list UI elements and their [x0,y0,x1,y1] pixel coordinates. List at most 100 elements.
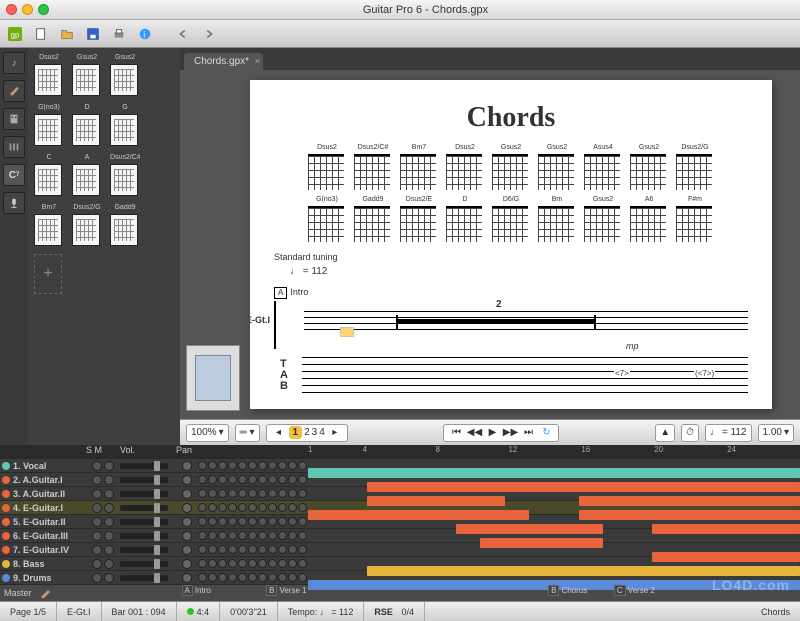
chord-item[interactable]: G [110,104,140,146]
tab-staff-intro[interactable]: TAB <7> (<7>) [274,353,748,399]
back-icon[interactable]: ◀◀ [466,425,482,441]
note-tool[interactable]: ♪ [3,52,25,74]
pan-knob[interactable] [182,461,192,471]
mute-button[interactable] [104,545,114,555]
pan-knob[interactable] [182,475,192,485]
pan-knob[interactable] [182,517,192,527]
fx-knobs[interactable] [198,559,308,568]
close-tab-icon[interactable]: × [255,56,260,66]
open-button[interactable] [56,23,78,45]
solo-button[interactable] [92,517,102,527]
volume-slider[interactable] [120,519,168,525]
zoom-control[interactable]: 100% ▾ [186,424,229,442]
arrangement-marker[interactable]: C Verse 2 [614,585,655,596]
prev-page-icon[interactable]: ◂ [271,425,287,441]
page-2-button[interactable]: 2 [304,427,310,438]
timeline-ruler[interactable]: S M Vol. Pan 1481216202428 [0,445,800,459]
effects-tool[interactable] [3,108,25,130]
rewind-icon[interactable]: ⏮ [448,425,464,441]
forward-icon[interactable]: ▶▶ [502,425,518,441]
next-page-icon[interactable]: ▸ [327,425,343,441]
pencil-icon[interactable] [40,588,54,598]
mute-button[interactable] [104,573,114,583]
fx-knobs[interactable] [198,475,308,484]
loop-icon[interactable]: ↻ [538,425,554,441]
volume-slider[interactable] [120,491,168,497]
document-tab[interactable]: Chords.gpx* × [184,53,263,70]
guitar-tool[interactable] [3,80,25,102]
solo-button[interactable] [92,503,102,513]
volume-slider[interactable] [120,533,168,539]
pan-knob[interactable] [182,531,192,541]
speed-display[interactable]: 1.00 ▾ [758,424,795,442]
chord-item[interactable]: Dsus2/C# [110,154,140,196]
solo-button[interactable] [92,531,102,541]
fx-knobs[interactable] [198,503,308,512]
countdown-button[interactable]: ⏱ [681,424,699,442]
volume-slider[interactable] [120,547,168,553]
solo-button[interactable] [92,489,102,499]
fx-knobs[interactable] [198,531,308,540]
chord-item[interactable]: Gsus2 [72,54,102,96]
page-thumbnail[interactable] [186,345,240,411]
chord-item[interactable]: Dsus2/G [72,204,102,246]
mute-button[interactable] [104,517,114,527]
mute-button[interactable] [104,559,114,569]
save-button[interactable] [82,23,104,45]
pan-knob[interactable] [182,559,192,569]
fx-knobs[interactable] [198,573,308,582]
pan-knob[interactable] [182,573,192,583]
mute-button[interactable] [104,461,114,471]
zoom-window-button[interactable] [38,4,49,15]
volume-slider[interactable] [120,575,168,581]
page-4-button[interactable]: 4 [319,427,325,438]
new-button[interactable] [30,23,52,45]
mic-tool[interactable] [3,192,25,214]
chord-item[interactable]: Gsus2 [110,54,140,96]
arrangement-marker[interactable]: A Intro [182,585,211,596]
staff-intro[interactable]: E-Gt.I 2 mp [274,301,748,349]
solo-button[interactable] [92,461,102,471]
redo-button[interactable] [198,23,220,45]
solo-button[interactable] [92,475,102,485]
add-chord-button[interactable]: + [34,254,62,294]
document-viewport[interactable]: Chords Dsus2Dsus2/C#Bm7Dsus2Gsus2Gsus2As… [180,70,800,419]
volume-slider[interactable] [120,477,168,483]
mixer-tool[interactable] [3,136,25,158]
pan-knob[interactable] [182,503,192,513]
chord-item[interactable]: G(no3) [34,104,64,146]
pan-knob[interactable] [182,545,192,555]
volume-slider[interactable] [120,561,168,567]
print-button[interactable] [108,23,130,45]
end-icon[interactable]: ⏭ [520,425,536,441]
fx-knobs[interactable] [198,517,308,526]
metronome-button[interactable]: ▲ [655,424,675,442]
page-3-button[interactable]: 3 [312,427,318,438]
arrangement-marker[interactable]: B Verse 1 [266,585,306,596]
chord-tool[interactable]: C7 [3,164,25,186]
chord-item[interactable]: Dsus2 [34,54,64,96]
undo-button[interactable] [172,23,194,45]
solo-button[interactable] [92,545,102,555]
close-window-button[interactable] [6,4,17,15]
fx-knobs[interactable] [198,461,308,470]
chord-item[interactable]: Bm7 [34,204,64,246]
tempo-display[interactable]: ♩ = 112 [705,424,752,442]
chord-item[interactable]: C [34,154,64,196]
track-row[interactable]: 7. E-Guitar.IV [0,543,800,557]
chord-item[interactable]: A [72,154,102,196]
solo-button[interactable] [92,559,102,569]
track-row[interactable]: 1. Vocal [0,459,800,473]
volume-slider[interactable] [120,463,168,469]
chord-item[interactable]: Gadd9 [110,204,140,246]
volume-slider[interactable] [120,505,168,511]
pan-knob[interactable] [182,489,192,499]
fx-knobs[interactable] [198,545,308,554]
fx-knobs[interactable] [198,489,308,498]
minimize-window-button[interactable] [22,4,33,15]
arrangement-marker[interactable]: B Chorus [548,585,587,596]
solo-button[interactable] [92,573,102,583]
chord-item[interactable]: D [72,104,102,146]
mute-button[interactable] [104,531,114,541]
page-1-button[interactable]: 1 [289,426,303,439]
